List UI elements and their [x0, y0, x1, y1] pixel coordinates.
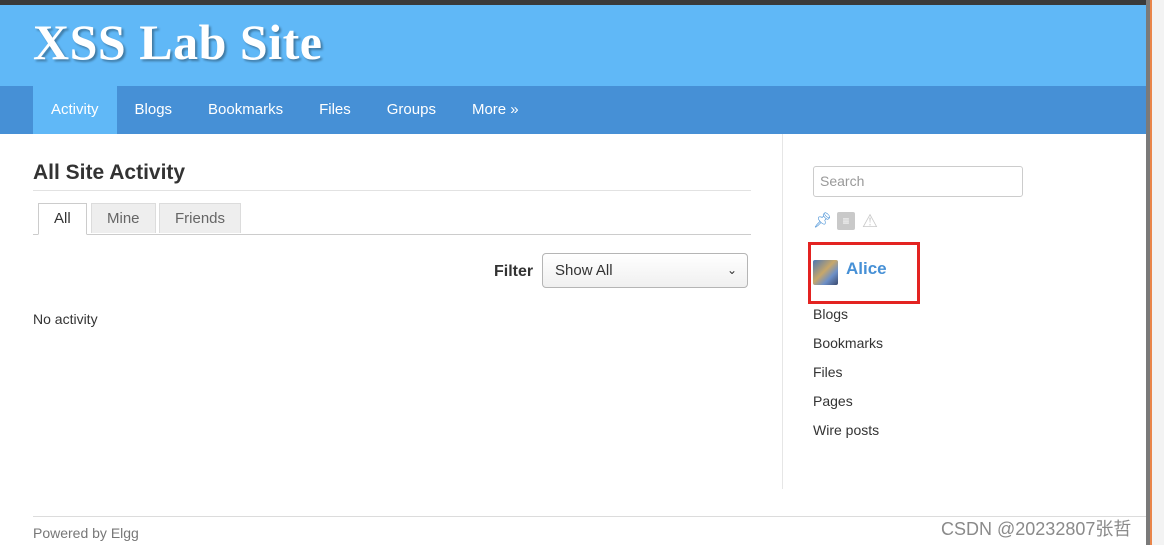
sidebar-tools: 📌︎ ≡ ⚠︎	[813, 212, 879, 232]
owner-menu-item-bookmarks[interactable]: Bookmarks	[813, 335, 883, 364]
watermark: CSDN @20232807张哲	[941, 519, 1132, 539]
owner-menu-item-wire-posts[interactable]: Wire posts	[813, 422, 883, 451]
tab-friends[interactable]: Friends	[159, 203, 242, 233]
page-title: All Site Activity	[33, 161, 186, 184]
filter-select[interactable]: Show All ⌄	[542, 253, 748, 288]
warning-icon[interactable]: ⚠︎	[861, 212, 879, 230]
activity-tabs: All Mine Friends	[33, 203, 751, 235]
empty-activity-message: No activity	[33, 311, 98, 327]
tab-mine[interactable]: Mine	[91, 203, 156, 233]
site-title[interactable]: XSS Lab Site	[33, 13, 322, 71]
filter-selected-value: Show All	[555, 262, 613, 279]
main-content: All Site Activity All Mine Friends Filte…	[33, 150, 751, 327]
owner-menu-item-pages[interactable]: Pages	[813, 393, 883, 422]
nav-item-bookmarks[interactable]: Bookmarks	[190, 86, 301, 134]
tab-all[interactable]: All	[38, 203, 87, 235]
rss-icon[interactable]: ≡	[837, 212, 855, 230]
nav-item-activity[interactable]: Activity	[33, 86, 117, 134]
owner-menu: Blogs Bookmarks Files Pages Wire posts	[813, 306, 883, 451]
owner-menu-item-files[interactable]: Files	[813, 364, 883, 393]
owner-name-link[interactable]: Alice	[846, 259, 887, 279]
search-input[interactable]: Search	[813, 166, 1023, 197]
title-divider	[33, 190, 751, 191]
chevron-down-icon: ⌄	[726, 263, 737, 277]
avatar[interactable]	[813, 260, 838, 285]
filter-label: Filter	[494, 263, 534, 280]
pin-icon[interactable]: 📌︎	[813, 212, 832, 230]
nav-item-files[interactable]: Files	[301, 86, 369, 134]
nav-item-groups[interactable]: Groups	[369, 86, 454, 134]
nav-item-more[interactable]: More »	[454, 86, 537, 134]
sidebar-divider	[782, 134, 783, 489]
powered-by-link[interactable]: Powered by Elgg	[33, 525, 139, 541]
main-navigation: Activity Blogs Bookmarks Files Groups Mo…	[0, 86, 1146, 134]
owner-menu-item-blogs[interactable]: Blogs	[813, 306, 883, 335]
nav-item-blogs[interactable]: Blogs	[117, 86, 191, 134]
window-right-edge	[1146, 0, 1164, 545]
site-header: XSS Lab Site	[0, 5, 1146, 86]
